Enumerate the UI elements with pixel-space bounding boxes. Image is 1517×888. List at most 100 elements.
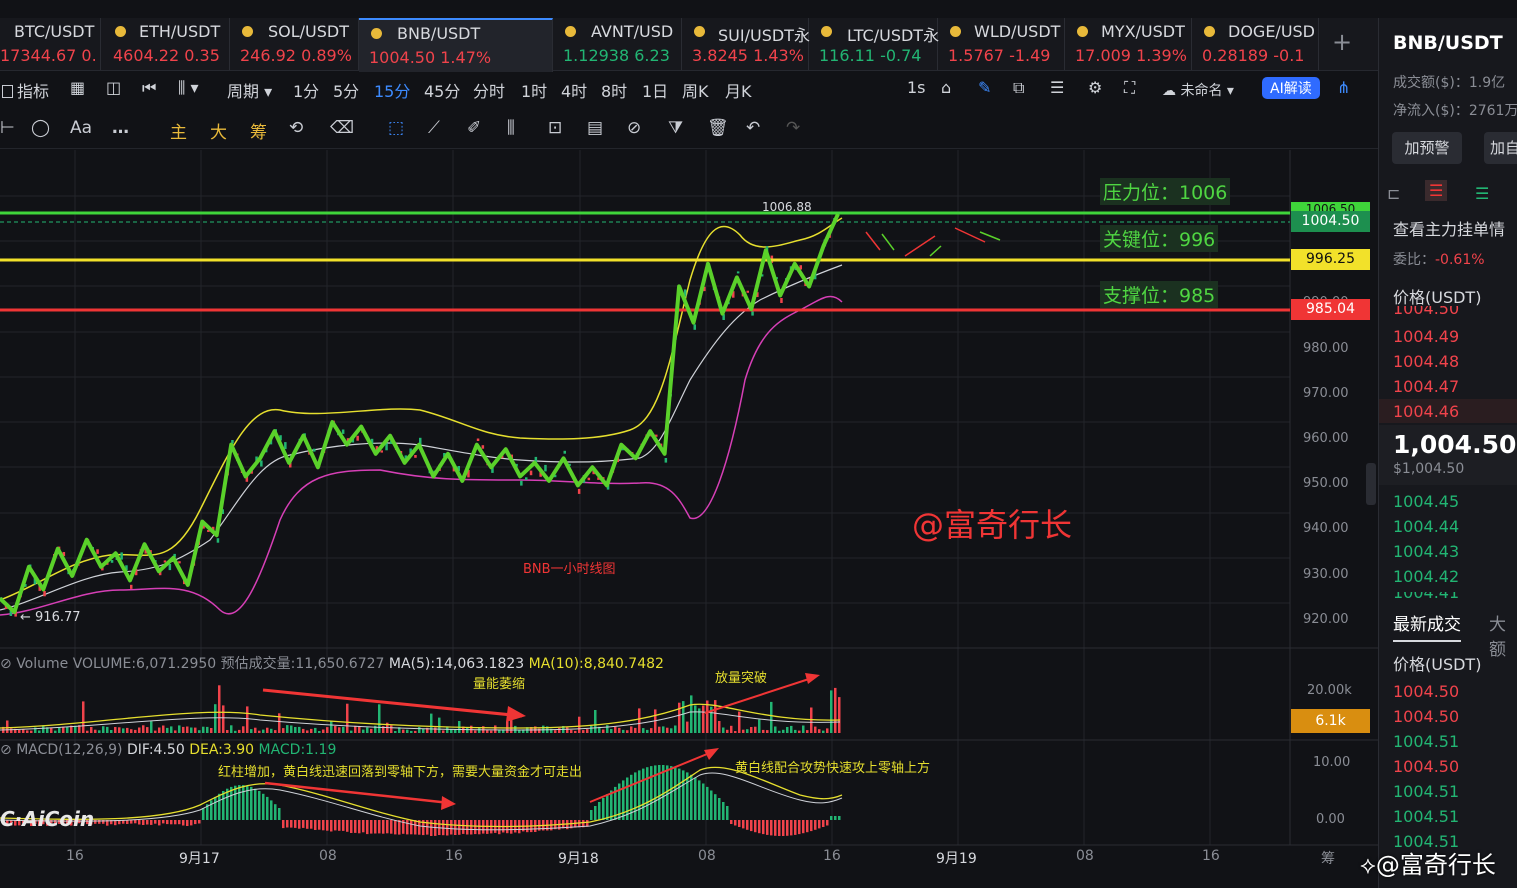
fullscreen-icon[interactable]: ⛶: [1124, 78, 1135, 98]
volume-bar: [362, 729, 365, 733]
settings-icon[interactable]: ⚙: [1088, 78, 1102, 97]
candle: [120, 552, 123, 560]
eye-icon[interactable]: ⊘: [0, 656, 12, 672]
volume-note-breakout: 放量突破: [715, 671, 768, 686]
volume-bar: [738, 711, 741, 733]
brush-icon[interactable]: ✐: [467, 118, 481, 138]
volume-bar: [774, 726, 777, 733]
tab-ltc[interactable]: LTC/USDT永 116.11 -0.74: [809, 18, 939, 70]
more-tools-button[interactable]: …: [112, 118, 129, 138]
volume-bar: [238, 729, 241, 733]
interval-4h[interactable]: 4时: [561, 78, 587, 102]
period-dropdown[interactable]: 周期 ▾: [227, 78, 272, 102]
calendar-icon[interactable]: ▦: [70, 78, 85, 97]
macd-bar: [834, 816, 837, 820]
window-icon[interactable]: ⧉: [1013, 78, 1024, 98]
macd-bar: [790, 820, 793, 836]
tab-price: 1004.50 1.47%: [369, 48, 492, 67]
tab-doge[interactable]: DOGE/USD 0.28189 -0.1: [1192, 18, 1319, 70]
interval-8h[interactable]: 8时: [601, 78, 627, 102]
pen-icon[interactable]: ✎: [978, 78, 991, 97]
chip-button[interactable]: 筹: [250, 118, 267, 143]
interval-5m[interactable]: 5分: [333, 78, 359, 102]
tab-eth[interactable]: ETH/USDT 4604.22 0.35: [101, 18, 230, 70]
orderbook-bid-icon[interactable]: ☰: [1475, 184, 1489, 203]
replay-icon[interactable]: ⏮: [142, 78, 156, 98]
volume-bar: [614, 726, 617, 733]
macd-bar: [182, 820, 185, 826]
magnet-icon[interactable]: ⊘: [627, 118, 641, 138]
chart-area[interactable]: 压力位：1006 关键位：996 支撑位：985 1006.88 ← 916.7…: [0, 150, 1378, 888]
time-tick: 08: [319, 848, 337, 864]
macd-bar: [738, 820, 741, 827]
add-tab-button[interactable]: +: [1332, 28, 1352, 56]
ask-price: 1004.48: [1393, 352, 1460, 371]
volume-bar: [342, 726, 345, 733]
scroll-handle[interactable]: [1366, 463, 1376, 505]
tab-myx[interactable]: MYX/USDT 17.009 1.39%: [1065, 18, 1192, 70]
ruler-icon[interactable]: ⟋: [428, 118, 440, 138]
chart-type-icon[interactable]: ⫼ ▾: [178, 78, 198, 98]
lock-icon[interactable]: ⊡: [548, 118, 562, 138]
add-watchlist-button[interactable]: 加自: [1484, 132, 1517, 164]
big-order-button[interactable]: 大: [210, 118, 227, 143]
low-price-label: ← 916.77: [20, 610, 81, 625]
tab-avnt[interactable]: AVNT/USD 1.12938 6.23: [553, 18, 682, 70]
undo-icon[interactable]: ↶: [746, 118, 760, 138]
candles-icon[interactable]: ⫼: [507, 118, 515, 138]
interval-timeline[interactable]: 分时: [473, 78, 505, 102]
indicator-button[interactable]: 指标: [2, 78, 49, 102]
share-icon[interactable]: ⋔: [1337, 78, 1350, 97]
orderbook-both-icon[interactable]: ⊏: [1387, 184, 1400, 203]
cursor-icon[interactable]: ⬚: [388, 118, 404, 138]
text-tool[interactable]: Aa: [70, 118, 92, 138]
interval-1h[interactable]: 1时: [521, 78, 547, 102]
eye-icon[interactable]: ⊘: [0, 742, 12, 758]
interval-week[interactable]: 周K: [682, 78, 709, 102]
volume-bar: [602, 729, 605, 733]
macd-bar: [826, 820, 829, 826]
macd-bar: [214, 796, 217, 820]
redo-icon[interactable]: ↷: [786, 118, 800, 138]
tab-wld[interactable]: WLD/USDT 1.5767 -1.49: [938, 18, 1065, 70]
macd-bar: [786, 820, 789, 836]
layout-icon[interactable]: ◫: [106, 78, 121, 97]
tab-bnb[interactable]: BNB/USDT 1004.50 1.47%: [359, 18, 553, 72]
line-tool-icon[interactable]: ⊢: [0, 118, 15, 138]
tab-sol[interactable]: SOL/USDT 246.92 0.89%: [230, 18, 359, 70]
trade-price: 1004.51: [1393, 732, 1460, 751]
eraser-icon[interactable]: ⌫: [330, 118, 354, 138]
note-icon[interactable]: ▤: [587, 118, 603, 138]
volume-bar: [490, 730, 493, 733]
sync-icon[interactable]: ⟲: [289, 118, 303, 138]
interval-1d[interactable]: 1日: [642, 78, 668, 102]
main-orders-link[interactable]: 查看主力挂单情: [1393, 216, 1505, 240]
volume-bar: [82, 701, 85, 733]
interval-45m[interactable]: 45分: [424, 78, 460, 102]
chip-corner-label[interactable]: 筹: [1321, 848, 1335, 868]
circle-tool-icon[interactable]: ◯: [31, 118, 50, 138]
macd-bar: [430, 820, 433, 836]
orderbook-ask-icon[interactable]: ☰: [1425, 180, 1448, 201]
refresh-interval[interactable]: 1s: [907, 78, 926, 97]
trash-icon[interactable]: 🗑: [707, 118, 729, 138]
tab-sui[interactable]: SUI/USDT永 3.8245 1.43%: [682, 18, 810, 70]
tab-btc[interactable]: BTC/USDT 17344.67 0.: [0, 18, 101, 70]
list-icon[interactable]: ☰: [1050, 78, 1064, 97]
layout-name-dropdown[interactable]: ☁ 未命名 ▾: [1162, 80, 1234, 100]
tab-large-trades[interactable]: 大额: [1489, 610, 1517, 660]
volume-bar: [582, 730, 585, 733]
price-chart-svg[interactable]: [0, 150, 1378, 888]
macd-bar: [734, 820, 737, 826]
tab-latest-trades[interactable]: 最新成交: [1393, 610, 1461, 642]
interval-15m[interactable]: 15分: [374, 78, 410, 102]
volume-bar: [10, 728, 13, 733]
camera-icon[interactable]: ⌂: [941, 78, 951, 97]
interval-1m[interactable]: 1分: [293, 78, 319, 102]
main-force-button[interactable]: 主: [170, 118, 187, 143]
filter-icon[interactable]: ⧩: [668, 118, 683, 138]
add-alert-button[interactable]: 加预警: [1392, 132, 1462, 164]
orderbook-header: 价格(USDT): [1393, 288, 1482, 307]
interval-month[interactable]: 月K: [725, 78, 752, 102]
ai-read-button[interactable]: AI解读: [1262, 77, 1320, 99]
